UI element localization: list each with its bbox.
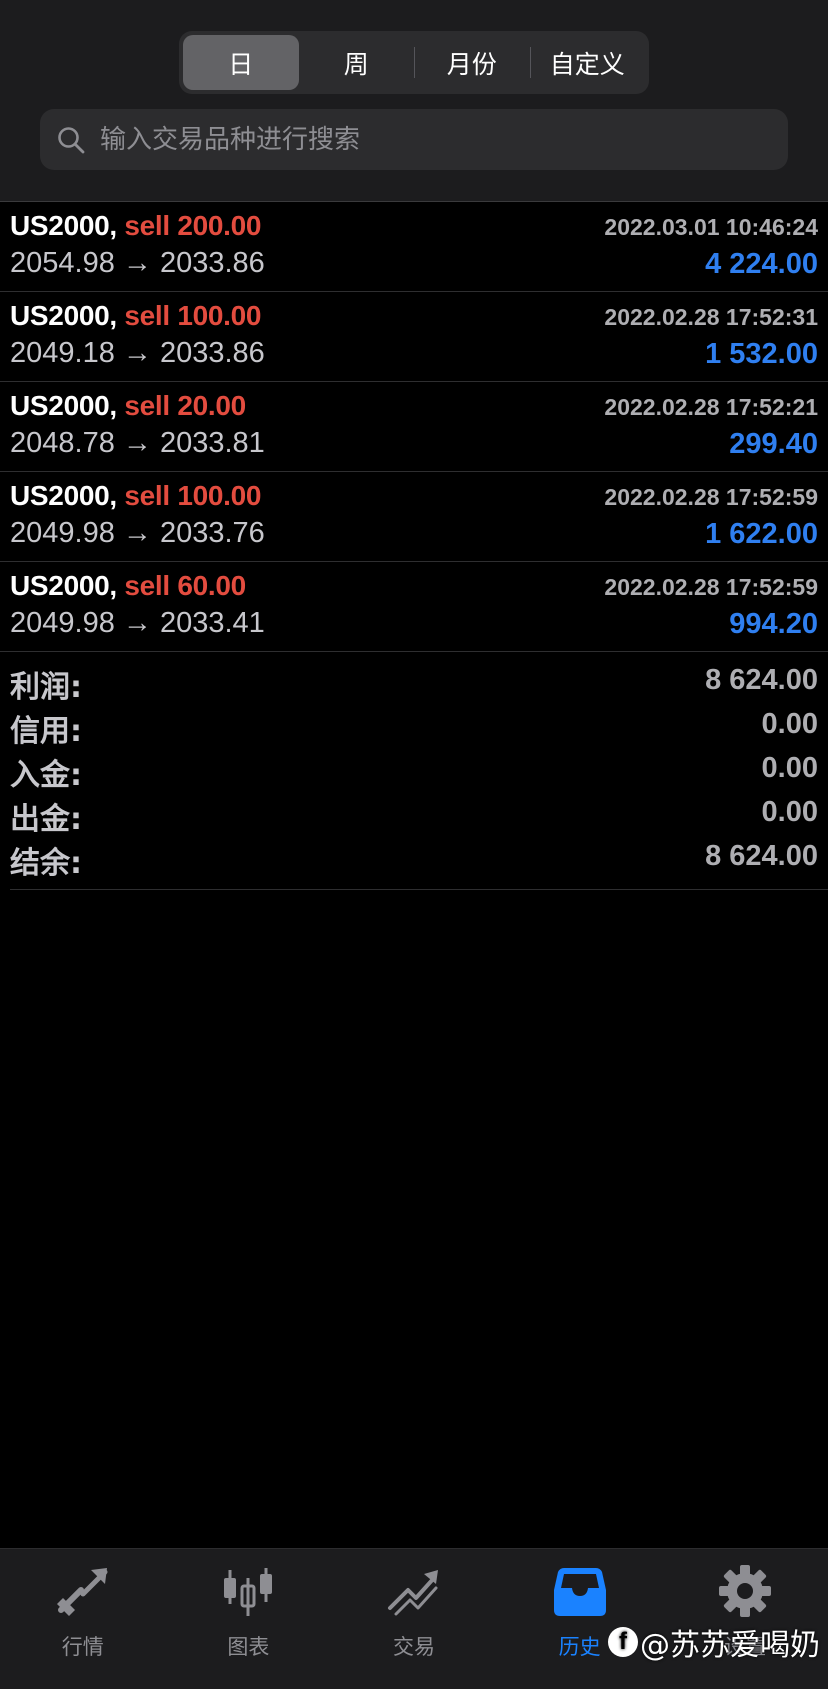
facebook-logo-icon: f [608,1627,638,1657]
trade-row[interactable]: US2000, sell 100.00 2022.02.28 17:52:59 … [0,472,828,562]
trade-time: 2022.02.28 17:52:31 [604,304,818,330]
tab-label: 图表 [227,1635,270,1659]
summary-value: 0.00 [761,796,818,828]
trade-side-volume: sell 20.00 [124,390,246,421]
summary-credit: 信用: 0.00 [0,704,828,749]
search-icon [58,126,85,153]
summary-label: 入金: [10,758,82,793]
tab-quotes[interactable]: 行情 [0,1549,166,1689]
trade-title: US2000, sell 60.00 [10,570,246,602]
trade-title: US2000, sell 20.00 [10,390,246,422]
period-segmented-control: 日 周 月份 自定义 [179,31,649,94]
summary-withdrawal: 出金: 0.00 [0,792,828,837]
history-screen: 日 周 月份 自定义 US2000, sell 200.00 2022.03.0… [0,0,828,1689]
summary-profit: 利润: 8 624.00 [0,660,828,705]
trade-icon [387,1570,438,1616]
trade-side-volume: sell 200.00 [124,210,262,241]
trade-prices: 2049.98 → 2033.76 [10,517,265,549]
summary-value: 0.00 [761,752,818,784]
trade-symbol: US2000, [10,570,117,601]
trade-time: 2022.02.28 17:52:59 [604,574,818,600]
search-input[interactable] [98,108,788,171]
trade-symbol: US2000, [10,210,117,241]
gear-icon [719,1565,772,1617]
trade-symbol: US2000, [10,390,117,421]
trade-row[interactable]: US2000, sell 20.00 2022.02.28 17:52:21 2… [0,382,828,472]
summary-label: 信用: [10,714,82,749]
summary-balance: 结余: 8 624.00 [0,836,828,881]
summary-value: 8 624.00 [705,840,818,872]
history-inbox-icon [553,1568,606,1616]
trade-time: 2022.02.28 17:52:59 [604,484,818,510]
trade-prices: 2049.18 → 2033.86 [10,337,265,369]
trade-time: 2022.03.01 10:46:24 [604,214,818,240]
summary-label: 利润: [10,670,82,705]
header: 日 周 月份 自定义 [0,0,828,201]
trade-profit: 299.40 [729,428,818,460]
trade-profit: 994.20 [729,608,818,640]
summary-deposit: 入金: 0.00 [0,748,828,793]
trade-profit: 1 622.00 [705,518,818,550]
trade-side-volume: sell 100.00 [124,300,262,331]
trade-side-volume: sell 100.00 [124,480,262,511]
tab-settings[interactable]: 设置 [662,1549,828,1689]
trade-row[interactable]: US2000, sell 60.00 2022.02.28 17:52:59 2… [0,562,828,652]
trade-title: US2000, sell 100.00 [10,300,261,332]
tab-week[interactable]: 周 [299,35,415,90]
trade-profit: 4 224.00 [705,248,818,280]
tab-month[interactable]: 月份 [414,35,530,90]
tab-label: 交易 [392,1635,435,1659]
trade-symbol: US2000, [10,300,117,331]
trade-prices: 2054.98 → 2033.86 [10,247,265,279]
account-summary: 利润: 8 624.00 信用: 0.00 入金: 0.00 出金: 0.00 … [0,660,828,881]
summary-label: 结余: [10,846,82,881]
tab-day[interactable]: 日 [183,35,299,90]
tab-history[interactable]: 历史 [497,1549,663,1689]
bottom-tab-bar: 行情 图表 交易 历史 设置 [0,1548,828,1689]
tab-custom[interactable]: 自定义 [529,35,646,90]
summary-label: 出金: [10,802,82,837]
watermark: f @苏苏爱喝奶 [608,1620,820,1664]
trade-prices: 2048.78 → 2033.81 [10,427,265,459]
trade-prices: 2049.98 → 2033.41 [10,607,265,639]
trade-title: US2000, sell 200.00 [10,210,261,242]
trade-profit: 1 532.00 [705,338,818,370]
quotes-icon [56,1568,108,1616]
tab-trade[interactable]: 交易 [331,1549,497,1689]
trade-time: 2022.02.28 17:52:21 [604,394,818,420]
chart-candles-icon [224,1568,273,1616]
trade-title: US2000, sell 100.00 [10,480,261,512]
tab-label: 行情 [61,1635,104,1659]
watermark-text: @苏苏爱喝奶 [640,1628,820,1663]
tab-charts[interactable]: 图表 [166,1549,332,1689]
trade-symbol: US2000, [10,480,117,511]
summary-value: 0.00 [761,708,818,740]
search-bar[interactable] [40,108,788,171]
trade-row[interactable]: US2000, sell 200.00 2022.03.01 10:46:24 … [0,202,828,292]
trade-row[interactable]: US2000, sell 100.00 2022.02.28 17:52:31 … [0,292,828,382]
summary-value: 8 624.00 [705,664,818,696]
trade-list: US2000, sell 200.00 2022.03.01 10:46:24 … [0,202,828,652]
trade-side-volume: sell 60.00 [124,570,246,601]
summary-divider [10,889,828,890]
